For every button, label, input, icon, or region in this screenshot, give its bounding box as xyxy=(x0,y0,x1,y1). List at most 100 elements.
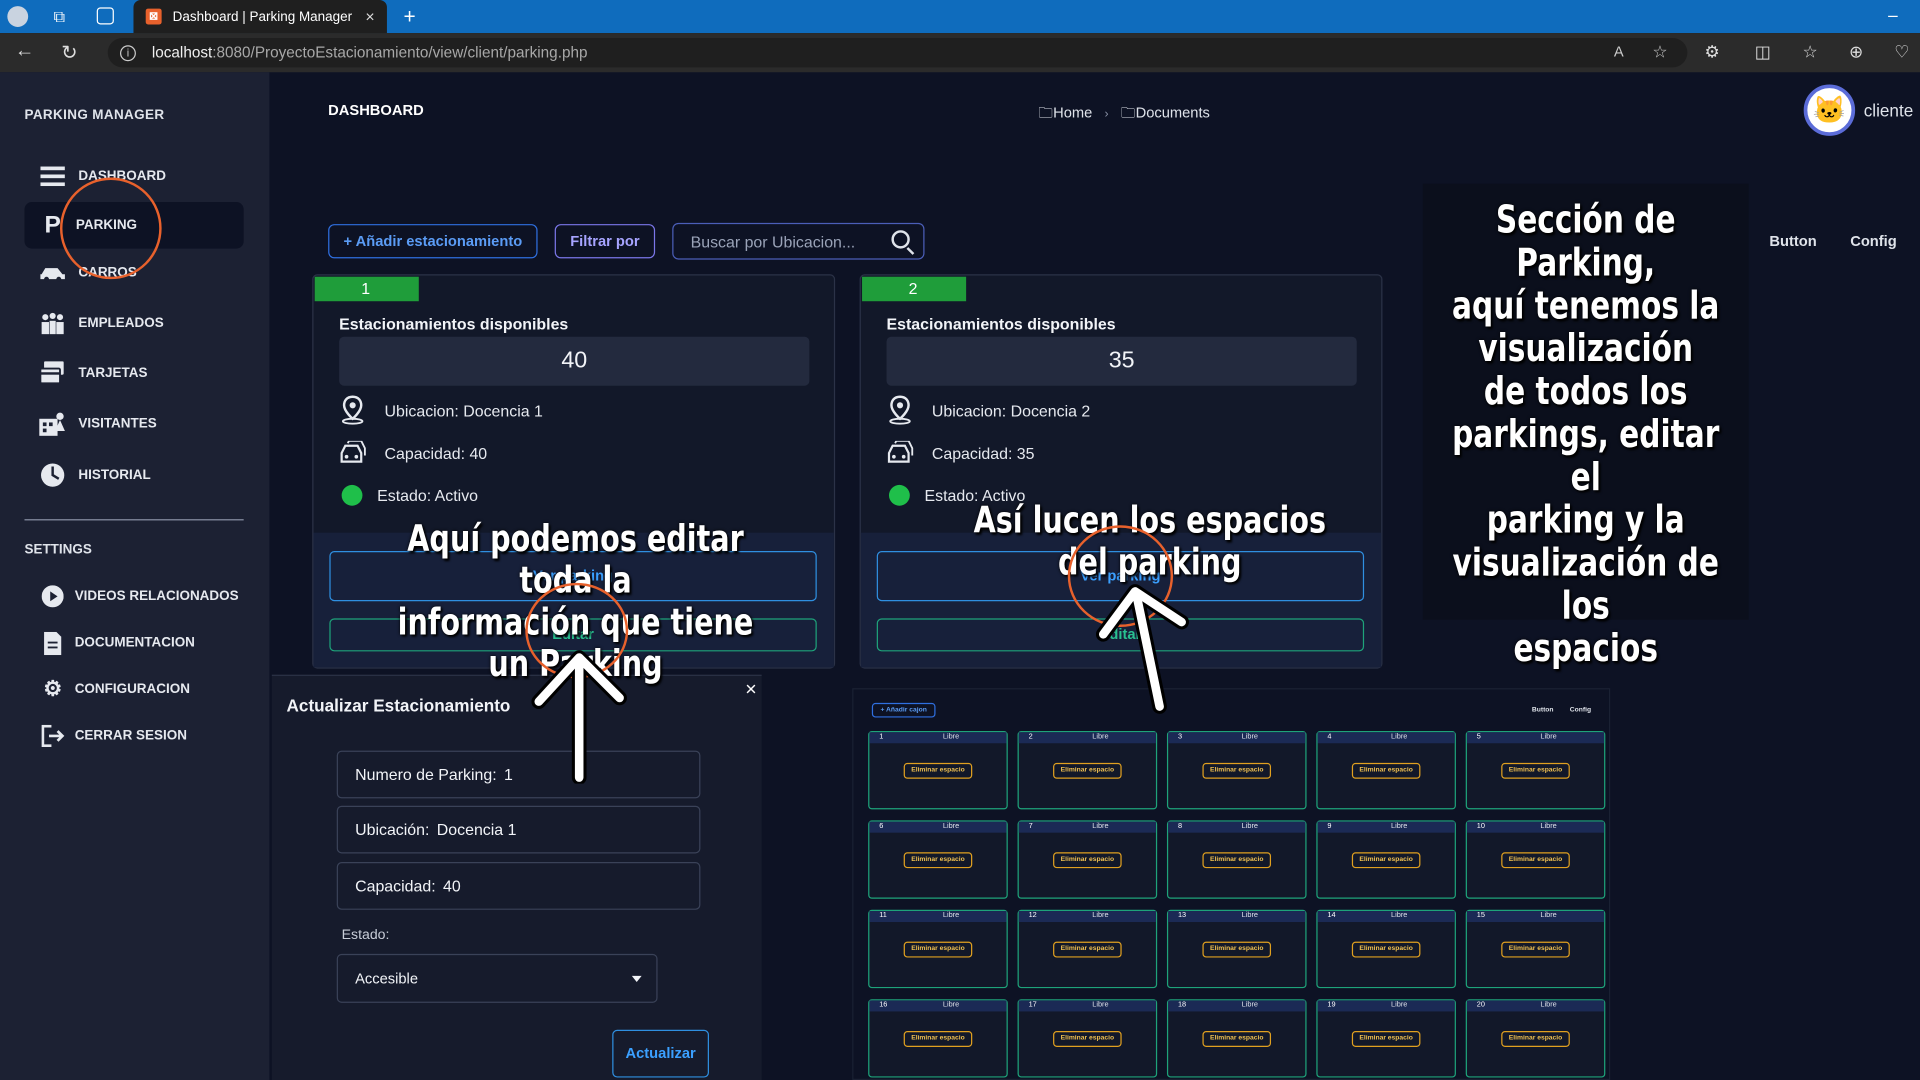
arrow-up-icon xyxy=(531,650,627,784)
capacity-field[interactable]: Capacidad: 40 xyxy=(336,862,701,910)
read-aloud-icon[interactable]: A xyxy=(1614,43,1624,60)
space-header: 3 Libre xyxy=(1168,732,1306,744)
delete-space-button[interactable]: Eliminar espacio xyxy=(1351,852,1421,869)
space-status: Libre xyxy=(942,1001,960,1009)
sidebar-item-label: DOCUMENTACION xyxy=(74,635,195,651)
delete-space-button[interactable]: Eliminar espacio xyxy=(903,762,973,779)
parking-space-card: 2 Libre Eliminar espacio xyxy=(1017,731,1158,810)
tab-actions-icon[interactable] xyxy=(96,7,114,25)
delete-space-button[interactable]: Eliminar espacio xyxy=(1501,1031,1570,1047)
space-header: 19 Libre xyxy=(1317,1000,1455,1012)
location-field[interactable]: Ubicación: Docencia 1 xyxy=(336,805,701,854)
space-header: 5 Libre xyxy=(1466,732,1605,744)
delete-space-button[interactable]: Eliminar espacio xyxy=(1053,941,1122,958)
visitors-icon xyxy=(39,410,66,437)
favorite-star-icon[interactable]: ☆ xyxy=(1652,42,1667,63)
extensions-icon[interactable]: ⚙ xyxy=(1705,42,1720,63)
filter-button[interactable]: Filtrar por xyxy=(554,224,656,259)
tab-close-icon[interactable]: × xyxy=(365,7,374,25)
add-space-button[interactable]: + Añadir cajon xyxy=(871,702,936,718)
delete-space-button[interactable]: Eliminar espacio xyxy=(1351,941,1421,958)
update-button[interactable]: Actualizar xyxy=(612,1029,709,1078)
space-number: 15 xyxy=(1476,912,1485,920)
modal-title: Actualizar Estacionamiento xyxy=(286,695,511,716)
delete-space-button[interactable]: Eliminar espacio xyxy=(1501,852,1570,869)
workspaces-icon[interactable]: ⧉ xyxy=(49,6,70,27)
breadcrumb-documents[interactable]: 🗀Documents xyxy=(1121,102,1210,128)
button-link[interactable]: Button xyxy=(1532,707,1554,714)
parking-space-card: 18 Libre Eliminar espacio xyxy=(1166,999,1307,1078)
status-select[interactable]: Accesible xyxy=(336,953,658,1003)
delete-space-button[interactable]: Eliminar espacio xyxy=(903,852,973,869)
health-icon[interactable]: ♡ xyxy=(1894,42,1909,63)
parking-space-card: 5 Libre Eliminar espacio xyxy=(1465,731,1606,810)
breadcrumb-home[interactable]: 🗀Home xyxy=(1038,102,1092,128)
sidebar-item-videos[interactable]: VIDEOS RELACIONADOS xyxy=(24,573,243,620)
browser-tab-active[interactable]: ⊠ Dashboard | Parking Manager × xyxy=(133,0,387,34)
space-status: Libre xyxy=(1391,822,1408,831)
car-icon xyxy=(39,260,66,287)
delete-space-button[interactable]: Eliminar espacio xyxy=(903,1031,973,1047)
delete-space-button[interactable]: Eliminar espacio xyxy=(1501,941,1570,958)
collections-icon[interactable]: ⊕ xyxy=(1849,42,1863,63)
sidebar-item-empleados[interactable]: EMPLEADOS xyxy=(24,300,243,347)
space-header: 13 Libre xyxy=(1168,911,1306,923)
status-text: Estado: Activo xyxy=(377,486,479,505)
breadcrumb: 🗀Home › 🗀Documents xyxy=(1038,102,1210,128)
delete-space-button[interactable]: Eliminar espacio xyxy=(1202,1031,1272,1047)
delete-space-button[interactable]: Eliminar espacio xyxy=(1053,1031,1122,1047)
sidebar-item-configuracion[interactable]: ⚙ CONFIGURACION xyxy=(24,666,243,713)
space-number: 20 xyxy=(1476,1001,1485,1009)
sidebar-item-cerrar-sesion[interactable]: CERRAR SESION xyxy=(24,713,243,760)
chevron-right-icon: › xyxy=(1104,107,1109,122)
space-header: 17 Libre xyxy=(1018,1000,1156,1012)
space-header: 9 Libre xyxy=(1317,821,1455,833)
delete-space-button[interactable]: Eliminar espacio xyxy=(1202,852,1272,869)
parking-number-field[interactable]: Numero de Parking: 1 xyxy=(336,750,701,799)
card-title: Estacionamientos disponibles xyxy=(886,314,1116,334)
location-pin-icon xyxy=(885,395,914,425)
minimize-icon[interactable]: – xyxy=(1888,6,1903,23)
space-number: 16 xyxy=(879,1001,888,1009)
split-screen-icon[interactable]: ◫ xyxy=(1755,42,1771,63)
sidebar-item-documentacion[interactable]: DOCUMENTACION xyxy=(24,620,243,667)
add-parking-button[interactable]: + Añadir estacionamiento xyxy=(328,224,538,259)
url-field[interactable]: i localhost:8080/ProyectoEstacionamiento… xyxy=(107,37,1688,68)
chevron-down-icon xyxy=(631,975,642,983)
new-tab-icon[interactable]: + xyxy=(399,6,420,27)
cars-icon xyxy=(338,440,367,467)
profile-icon[interactable] xyxy=(7,6,29,27)
search-icon[interactable] xyxy=(891,230,910,249)
delete-space-button[interactable]: Eliminar espacio xyxy=(1351,1031,1421,1047)
user-name: cliente xyxy=(1863,100,1914,121)
reload-icon[interactable]: ↻ xyxy=(61,40,77,64)
favorites-icon[interactable]: ☆ xyxy=(1802,42,1817,63)
space-number: 17 xyxy=(1028,1001,1037,1009)
delete-space-button[interactable]: Eliminar espacio xyxy=(1053,762,1122,779)
parking-space-card: 19 Libre Eliminar espacio xyxy=(1316,999,1456,1078)
status-row: Estado: Activo xyxy=(338,484,479,506)
space-number: 3 xyxy=(1177,733,1183,741)
url-host: localhost xyxy=(151,44,213,62)
delete-space-button[interactable]: Eliminar espacio xyxy=(1202,941,1272,958)
sidebar-divider xyxy=(24,519,244,521)
delete-space-button[interactable]: Eliminar espacio xyxy=(1053,852,1122,869)
config-link[interactable]: Config xyxy=(1570,707,1591,714)
sidebar-item-tarjetas[interactable]: TARJETAS xyxy=(24,350,243,397)
tab-title: Dashboard | Parking Manager xyxy=(172,9,353,24)
delete-space-button[interactable]: Eliminar espacio xyxy=(1351,762,1421,779)
sidebar-item-label: TARJETAS xyxy=(78,366,148,381)
space-status: Libre xyxy=(1391,1001,1408,1009)
sidebar-item-historial[interactable]: HISTORIAL xyxy=(24,452,243,499)
delete-space-button[interactable]: Eliminar espacio xyxy=(1501,762,1570,779)
search-input[interactable]: Buscar por Ubicacion... xyxy=(672,222,925,260)
back-icon[interactable]: ← xyxy=(15,40,35,62)
user-menu[interactable]: 🐱 cliente xyxy=(1803,84,1914,136)
config-link[interactable]: Config xyxy=(1850,233,1897,250)
page-title: DASHBOARD xyxy=(328,101,424,119)
delete-space-button[interactable]: Eliminar espacio xyxy=(903,941,973,958)
button-link[interactable]: Button xyxy=(1769,233,1816,250)
site-info-icon[interactable]: i xyxy=(120,44,136,61)
delete-space-button[interactable]: Eliminar espacio xyxy=(1202,762,1272,779)
sidebar-item-visitantes[interactable]: VISITANTES xyxy=(24,400,243,447)
